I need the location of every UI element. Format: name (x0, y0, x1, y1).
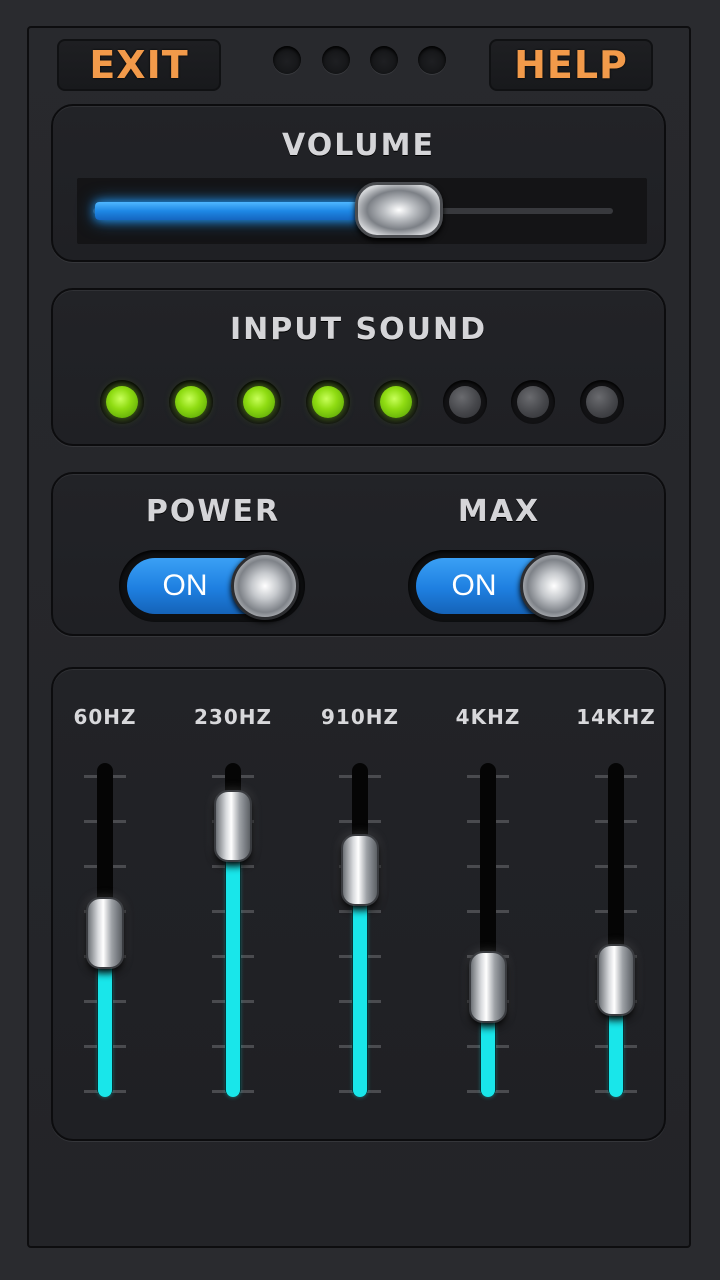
volume-slider[interactable] (77, 178, 647, 244)
exit-button[interactable]: EXIT (57, 39, 221, 91)
eq-slider-handle[interactable] (469, 951, 507, 1023)
page-dot (418, 46, 446, 74)
eq-slider-handle[interactable] (214, 790, 252, 862)
max-toggle[interactable]: ON (408, 550, 594, 622)
eq-slider-handle[interactable] (341, 834, 379, 906)
eq-fill (226, 826, 240, 1097)
led-unlit (449, 386, 481, 418)
power-toggle[interactable]: ON (119, 550, 305, 622)
power-toggle-state: ON (162, 569, 208, 602)
volume-title: VOLUME (282, 128, 435, 163)
volume-panel: VOLUME (51, 104, 666, 262)
eq-band-label: 4KHZ (455, 705, 521, 729)
input-level-led (100, 380, 144, 424)
help-button[interactable]: HELP (489, 39, 653, 91)
led-unlit (517, 386, 549, 418)
eq-band-label: 60HZ (73, 705, 137, 729)
page-dot (370, 46, 398, 74)
eq-slider[interactable] (203, 763, 263, 1103)
max-toggle-knob[interactable] (520, 552, 588, 620)
input-level-led (237, 380, 281, 424)
page-dot (273, 46, 301, 74)
eq-slider[interactable] (330, 763, 390, 1103)
input-level-led (511, 380, 555, 424)
eq-slider-handle[interactable] (597, 944, 635, 1016)
eq-band-label: 230HZ (194, 705, 272, 729)
input-level-led (374, 380, 418, 424)
page-dot (322, 46, 350, 74)
volume-fill (95, 202, 375, 220)
eq-slider-handle[interactable] (86, 897, 124, 969)
max-title: MAX (457, 494, 541, 529)
input-level-led (580, 380, 624, 424)
eq-slider[interactable] (586, 763, 646, 1103)
led-lit (243, 386, 275, 418)
eq-band-label: 910HZ (321, 705, 399, 729)
led-lit (380, 386, 412, 418)
input-sound-title: INPUT SOUND (229, 312, 487, 347)
input-level-led (169, 380, 213, 424)
input-level-led (443, 380, 487, 424)
eq-slider[interactable] (75, 763, 135, 1103)
power-title: POWER (145, 494, 281, 529)
switches-panel: POWER ON MAX ON (51, 472, 666, 636)
equalizer-panel: 60HZ 230HZ 910HZ 4KHZ 14KHZ (51, 667, 666, 1141)
input-sound-panel: INPUT SOUND (51, 288, 666, 446)
power-toggle-knob[interactable] (231, 552, 299, 620)
led-lit (175, 386, 207, 418)
input-level-led (306, 380, 350, 424)
eq-slider[interactable] (458, 763, 518, 1103)
led-lit (106, 386, 138, 418)
led-lit (312, 386, 344, 418)
eq-band-label: 14KHZ (576, 705, 656, 729)
led-unlit (586, 386, 618, 418)
max-toggle-state: ON (451, 569, 497, 602)
volume-slider-handle[interactable] (355, 182, 443, 238)
